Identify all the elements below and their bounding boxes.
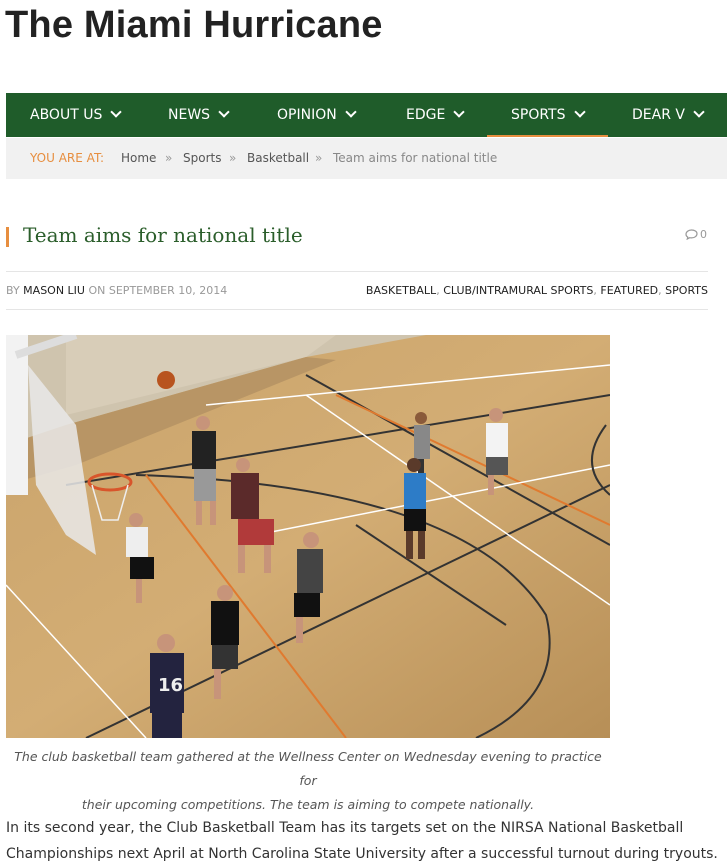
breadcrumb-link-sports[interactable]: Sports bbox=[183, 138, 221, 179]
category-link[interactable]: CLUB/INTRAMURAL SPORTS bbox=[443, 284, 593, 297]
chevron-down-icon bbox=[345, 106, 357, 118]
breadcrumb: YOU ARE AT: Home » Sports » Basketball »… bbox=[6, 138, 727, 179]
caption-line: The club basketball team gathered at the… bbox=[14, 749, 602, 788]
comments-count: 0 bbox=[700, 228, 707, 241]
featured-image[interactable]: 16 bbox=[6, 335, 610, 738]
divider bbox=[6, 309, 708, 310]
category-link[interactable]: BASKETBALL bbox=[366, 284, 436, 297]
chevron-down-icon bbox=[453, 106, 465, 118]
breadcrumb-separator: » bbox=[165, 151, 173, 165]
article-body: In its second year, the Club Basketball … bbox=[6, 815, 722, 867]
comments-link[interactable]: 0 bbox=[685, 228, 707, 241]
chevron-down-icon bbox=[110, 106, 123, 118]
comment-icon bbox=[685, 229, 698, 241]
post-date: SEPTEMBER 10, 2014 bbox=[108, 284, 228, 297]
post-title: Team aims for national title bbox=[23, 223, 303, 247]
chevron-down-icon bbox=[693, 106, 705, 118]
main-nav: ABOUT US NEWS OPINION EDGE SPORTS DEAR V bbox=[6, 93, 727, 137]
svg-text:16: 16 bbox=[158, 675, 183, 696]
nav-label: SPORTS bbox=[511, 107, 566, 123]
site-title[interactable]: The Miami Hurricane bbox=[5, 4, 383, 47]
chevron-down-icon bbox=[218, 106, 230, 118]
breadcrumb-current: Team aims for national title bbox=[333, 151, 498, 165]
category-link[interactable]: FEATURED bbox=[600, 284, 658, 297]
body-line: In its second year, the Club Basketball … bbox=[6, 820, 684, 836]
nav-item-edge[interactable]: EDGE bbox=[406, 93, 465, 137]
breadcrumb-label: YOU ARE AT: bbox=[30, 151, 104, 165]
basketball-court-photo: 16 bbox=[6, 335, 610, 738]
caption-line: their upcoming competitions. The team is… bbox=[81, 797, 535, 812]
meta-by: BY bbox=[6, 284, 20, 297]
author-link[interactable]: MASON LIU bbox=[23, 284, 85, 297]
nav-label: OPINION bbox=[277, 107, 337, 123]
nav-item-sports[interactable]: SPORTS bbox=[487, 93, 607, 137]
nav-label: NEWS bbox=[168, 107, 211, 123]
meta-on: ON bbox=[88, 284, 106, 297]
breadcrumb-link-basketball[interactable]: Basketball bbox=[247, 138, 309, 179]
nav-item-news[interactable]: NEWS bbox=[168, 93, 230, 137]
breadcrumb-separator: » bbox=[229, 151, 237, 165]
post-categories: BASKETBALL, CLUB/INTRAMURAL SPORTS, FEAT… bbox=[365, 284, 708, 297]
nav-label: EDGE bbox=[406, 107, 446, 123]
category-link[interactable]: SPORTS bbox=[665, 284, 708, 297]
chevron-down-icon bbox=[573, 106, 586, 118]
nav-item-about-us[interactable]: ABOUT US bbox=[30, 93, 123, 137]
breadcrumb-separator: » bbox=[315, 151, 323, 165]
nav-item-opinion[interactable]: OPINION bbox=[277, 93, 357, 137]
nav-label: DEAR V bbox=[632, 107, 685, 123]
divider bbox=[6, 271, 708, 272]
post-meta: BY MASON LIU ON SEPTEMBER 10, 2014 bbox=[6, 284, 227, 297]
nav-label: ABOUT US bbox=[30, 107, 103, 123]
breadcrumb-link-home[interactable]: Home bbox=[121, 138, 156, 179]
image-caption: The club basketball team gathered at the… bbox=[6, 745, 610, 817]
nav-item-dear-v[interactable]: DEAR V bbox=[632, 93, 705, 137]
title-accent-bar bbox=[6, 227, 9, 247]
body-line: Championships next April at North Caroli… bbox=[6, 846, 718, 862]
